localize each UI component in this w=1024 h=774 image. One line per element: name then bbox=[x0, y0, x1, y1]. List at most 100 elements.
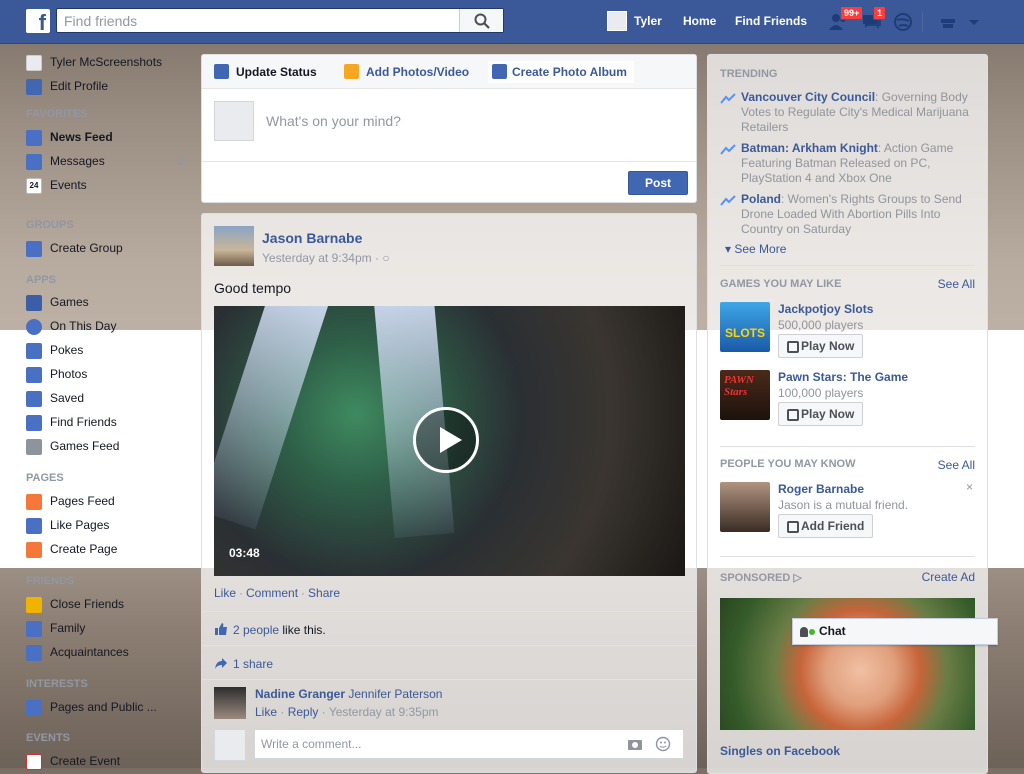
comment-tag[interactable]: Jennifer Paterson bbox=[348, 687, 442, 701]
trending-title[interactable]: Batman: Arkham Knight bbox=[741, 141, 878, 155]
post-video[interactable]: 03:48 bbox=[214, 306, 685, 576]
sidebar-item-pokes[interactable]: Pokes bbox=[26, 340, 194, 360]
sidebar-profile[interactable]: Tyler McScreenshots bbox=[26, 52, 194, 72]
composer-input[interactable]: What's on your mind? bbox=[266, 113, 401, 129]
tab-create-album[interactable]: Create Photo Album bbox=[488, 61, 634, 83]
search-box[interactable] bbox=[56, 8, 504, 33]
people-see-all[interactable]: See All bbox=[938, 458, 975, 472]
status-composer: Update Status Add Photos/Video Create Ph… bbox=[201, 54, 697, 203]
sidebar-item-pages-feed[interactable]: Pages Feed bbox=[26, 491, 194, 511]
close-icon[interactable]: × bbox=[966, 480, 973, 494]
game-players: 100,000 players bbox=[778, 386, 864, 400]
notifications-jewel[interactable] bbox=[893, 12, 915, 32]
sidebar-item-label: Family bbox=[50, 621, 86, 635]
post-timestamp[interactable]: Yesterday at 9:34pm · ○ bbox=[262, 251, 390, 265]
sidebar-item-label: Pokes bbox=[50, 343, 84, 357]
create-ad-link[interactable]: Create Ad bbox=[922, 570, 975, 584]
comment-box[interactable] bbox=[254, 729, 684, 759]
composer-footer: Post bbox=[202, 161, 696, 202]
emoji-icon[interactable] bbox=[655, 736, 671, 755]
post-author[interactable]: Jason Barnabe bbox=[262, 230, 362, 246]
person-avatar[interactable] bbox=[720, 482, 770, 532]
likes-people-link[interactable]: 2 people bbox=[233, 623, 279, 637]
sidebar-item-events[interactable]: 24 Events bbox=[26, 175, 194, 195]
see-more-link[interactable]: ▾ See More bbox=[725, 242, 786, 256]
like-pages-icon bbox=[26, 518, 42, 534]
comment-link[interactable]: Comment bbox=[246, 586, 298, 600]
dot-separator: · bbox=[280, 705, 285, 719]
comment-meta: Like · Reply · Yesterday at 9:35pm bbox=[255, 705, 439, 719]
comment-author[interactable]: Nadine Granger bbox=[255, 687, 345, 701]
chat-bar[interactable]: Chat bbox=[792, 618, 998, 645]
sidebar-item-family[interactable]: Family bbox=[26, 618, 194, 638]
friends-header: FRIENDS bbox=[26, 575, 75, 587]
play-button[interactable] bbox=[413, 407, 479, 473]
facebook-logo[interactable]: f bbox=[26, 9, 50, 33]
trending-title[interactable]: Poland bbox=[741, 192, 781, 206]
camera-icon[interactable] bbox=[627, 737, 643, 754]
sidebar-item-on-this-day[interactable]: On This Day bbox=[26, 316, 194, 336]
post-button[interactable]: Post bbox=[628, 171, 688, 195]
sidebar-item-create-group[interactable]: Create Group bbox=[26, 238, 194, 258]
sidebar-item-label: Games bbox=[50, 295, 89, 309]
dot-separator: · bbox=[301, 586, 306, 600]
sidebar-item-close-friends[interactable]: Close Friends bbox=[26, 594, 194, 614]
game-name[interactable]: Jackpotjoy Slots bbox=[778, 302, 873, 316]
sidebar-item-interests[interactable]: Pages and Public ... bbox=[26, 697, 194, 717]
sidebar-edit-profile[interactable]: Edit Profile bbox=[26, 76, 194, 96]
sidebar-item-like-pages[interactable]: Like Pages bbox=[26, 515, 194, 535]
comment-time[interactable]: Yesterday at 9:35pm bbox=[329, 705, 439, 719]
trending-title[interactable]: Vancouver City Council bbox=[741, 90, 875, 104]
composer-tabs: Update Status Add Photos/Video Create Ph… bbox=[202, 55, 696, 89]
game-art-pawn-stars[interactable]: PAWN Stars bbox=[720, 370, 770, 420]
profile-link[interactable]: Tyler bbox=[634, 0, 662, 44]
sidebar-item-games-feed[interactable]: Games Feed bbox=[26, 436, 194, 456]
post-time-text: Yesterday at 9:34pm · bbox=[262, 251, 379, 265]
trending-arrow-icon bbox=[720, 92, 736, 104]
user-avatar[interactable] bbox=[607, 11, 627, 31]
play-now-button[interactable]: Play Now bbox=[778, 402, 864, 426]
photos-icon bbox=[26, 367, 42, 383]
sidebar-item-saved[interactable]: Saved bbox=[26, 388, 194, 408]
sidebar-item-games[interactable]: Games bbox=[26, 292, 194, 312]
play-now-button[interactable]: Play Now bbox=[778, 334, 864, 358]
sidebar-item-label: Like Pages bbox=[50, 518, 110, 532]
search-input[interactable] bbox=[57, 9, 457, 32]
dot-separator: · bbox=[321, 705, 326, 719]
shares-link[interactable]: 1 share bbox=[233, 657, 273, 671]
person-mutual: Jason is a mutual friend. bbox=[778, 498, 909, 512]
sidebar-item-find-friends[interactable]: Find Friends bbox=[26, 412, 194, 432]
commenter-avatar[interactable] bbox=[214, 687, 246, 719]
game-name[interactable]: Pawn Stars: The Game bbox=[778, 370, 908, 384]
divider bbox=[720, 446, 975, 447]
account-menu[interactable] bbox=[966, 12, 988, 32]
home-link[interactable]: Home bbox=[683, 0, 716, 44]
author-avatar[interactable] bbox=[214, 226, 254, 266]
sidebar-item-acquaintances[interactable]: Acquaintances bbox=[26, 642, 194, 662]
sidebar-item-create-event[interactable]: Create Event bbox=[26, 751, 194, 771]
comment-like-link[interactable]: Like bbox=[255, 705, 277, 719]
sidebar-item-label: Acquaintances bbox=[50, 645, 129, 659]
games-header: GAMES YOU MAY LIKE bbox=[720, 278, 842, 290]
game-art-jackpotjoy[interactable]: SLOTS bbox=[720, 302, 770, 352]
interests-header: INTERESTS bbox=[26, 678, 88, 690]
friend-requests-jewel[interactable]: 99+ bbox=[828, 6, 864, 32]
profile-avatar-icon bbox=[26, 55, 42, 71]
find-friends-link[interactable]: Find Friends bbox=[735, 0, 807, 44]
on-this-day-icon bbox=[26, 319, 42, 335]
comment-reply-link[interactable]: Reply bbox=[288, 705, 319, 719]
ad-title[interactable]: Singles on Facebook bbox=[720, 744, 840, 758]
person-name[interactable]: Roger Barnabe bbox=[778, 482, 864, 496]
search-button[interactable] bbox=[459, 9, 503, 32]
games-see-all[interactable]: See All bbox=[938, 277, 975, 291]
comment-input[interactable] bbox=[255, 730, 615, 758]
share-link[interactable]: Share bbox=[308, 586, 340, 600]
add-friend-button[interactable]: Add Friend bbox=[778, 514, 874, 538]
privacy-shortcuts[interactable] bbox=[938, 12, 960, 32]
sidebar-item-messages[interactable]: Messages 2 bbox=[26, 151, 194, 171]
messages-jewel[interactable]: 1 bbox=[861, 6, 887, 32]
sidebar-item-create-page[interactable]: Create Page bbox=[26, 539, 194, 559]
like-link[interactable]: Like bbox=[214, 586, 236, 600]
sidebar-item-photos[interactable]: Photos bbox=[26, 364, 194, 384]
sidebar-item-news-feed[interactable]: News Feed bbox=[26, 127, 194, 147]
